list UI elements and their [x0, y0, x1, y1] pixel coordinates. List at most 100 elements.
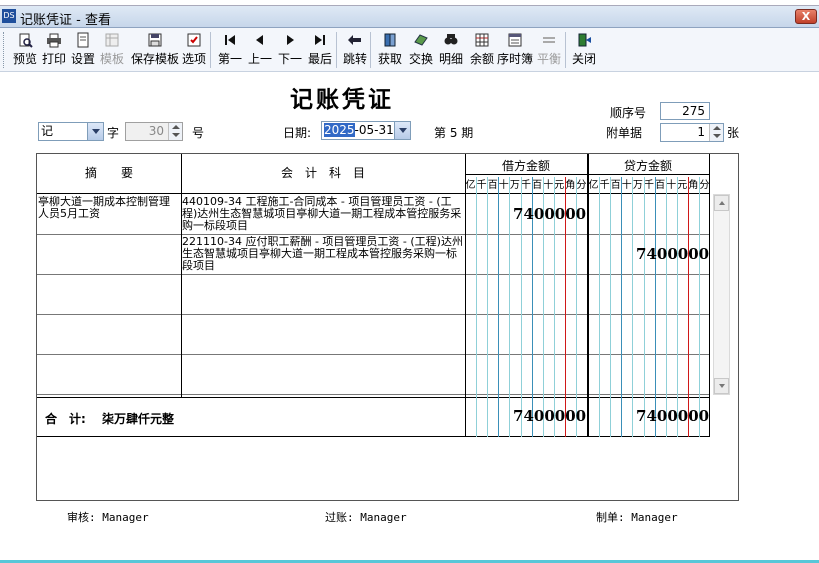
toolbar-button-page-setup[interactable]: 设置: [70, 30, 96, 70]
toolbar-button-close-door[interactable]: 关闭: [571, 30, 597, 70]
debit-unit-label: 百: [532, 180, 543, 191]
row-line: [37, 234, 709, 235]
toolbar-button-label: 明细: [438, 52, 463, 66]
fetch-icon: [384, 33, 396, 47]
window-title: 记账凭证 - 查看: [20, 13, 111, 28]
attach-unit: 张: [727, 126, 740, 140]
toolbar-button-label: 余额: [469, 52, 494, 66]
period-label: 第 5 期: [434, 126, 474, 140]
digit-line: [610, 177, 612, 437]
preview-icon: [19, 33, 33, 48]
toolbar-button-label: 最后: [307, 52, 332, 66]
debit-unit-label: 亿: [465, 180, 476, 191]
options-icon: [187, 33, 201, 47]
toolbar-button-label: 关闭: [571, 52, 596, 66]
digit-line: [498, 177, 500, 437]
row-1-summary[interactable]: 亭柳大道一期成本控制管理人员5月工资: [38, 196, 179, 232]
row-2-account[interactable]: 221110-34 应付职工薪酬 - 项目管理员工资 - (工程)达州生态智慧城…: [182, 236, 463, 274]
journal-icon: [508, 33, 522, 47]
poster-label: 过账: Manager: [325, 511, 407, 524]
toolbar-button-label: 预览: [12, 52, 37, 66]
toolbar-button-exchange[interactable]: 交换: [408, 30, 434, 70]
toolbar-button-jump[interactable]: 跳转: [342, 30, 368, 70]
balance-check-icon: [543, 37, 555, 43]
header-credit: 贷方金额: [623, 159, 672, 173]
template-icon: [105, 33, 119, 47]
toolbar-button-label: 第一: [217, 52, 242, 66]
chevron-down-icon[interactable]: [87, 123, 103, 140]
credit-unit-label: 千: [599, 180, 610, 191]
toolbar-button-save-template[interactable]: 保存模板: [130, 30, 180, 70]
row-line: [37, 274, 709, 275]
col-line-mid: [587, 154, 589, 437]
attach-label: 附单据: [606, 126, 643, 140]
header-bottom-line: [37, 193, 709, 194]
scroll-down-icon[interactable]: [714, 378, 729, 394]
total-top-line: [37, 397, 709, 398]
toolbar-separator: [336, 32, 337, 68]
toolbar-button-label: 跳转: [342, 52, 367, 66]
toolbar-button-fetch[interactable]: 获取: [377, 30, 403, 70]
toolbar-button-prev[interactable]: 上一: [247, 30, 273, 70]
next-icon: [287, 35, 294, 45]
row-1-account[interactable]: 440109-34 工程施工-合同成本 - 项目管理员工资 - (工程)达州生态…: [182, 196, 463, 232]
toolbar-button-first[interactable]: 第一: [217, 30, 243, 70]
toolbar-button-journal[interactable]: 序时簿: [497, 30, 533, 70]
balance-icon: [475, 33, 489, 47]
toolbar-button-label: 交换: [408, 52, 433, 66]
date-rest: -05-31: [354, 123, 394, 137]
chevron-down-icon[interactable]: [394, 122, 410, 139]
total-credit: 7400000: [636, 407, 710, 425]
digit-line: [687, 177, 689, 437]
debit-unit-label: 万: [509, 180, 520, 191]
jump-icon: [348, 35, 361, 45]
toolbar-button-label: 平衡: [536, 52, 561, 66]
voucher-number-stepper[interactable]: 30: [125, 122, 183, 141]
toolbar-button-detail[interactable]: 明细: [438, 30, 464, 70]
voucher-title: 记账凭证: [290, 86, 394, 113]
date-picker[interactable]: 2025-05-31: [321, 121, 411, 140]
maker-label: 制单: Manager: [596, 511, 678, 524]
hao-label: 号: [192, 126, 205, 140]
toolbar-button-preview[interactable]: 预览: [12, 30, 38, 70]
toolbar-button-label: 下一: [277, 52, 302, 66]
toolbar-button-balance-check: 平衡: [536, 30, 562, 70]
debit-unit-label: 分: [576, 180, 587, 191]
toolbar-button-label: 序时簿: [497, 52, 534, 66]
toolbar-button-template: 模板: [99, 30, 125, 70]
toolbar-button-label: 模板: [99, 52, 124, 66]
debit-unit-label: 百: [487, 180, 498, 191]
prev-icon: [256, 35, 263, 45]
debit-unit-label: 角: [565, 180, 576, 191]
digit-line: [632, 177, 634, 437]
total-bottom-line: [37, 436, 709, 437]
toolbar-button-next[interactable]: 下一: [277, 30, 303, 70]
scroll-up-icon[interactable]: [714, 195, 729, 211]
spinner-icon[interactable]: [168, 123, 182, 140]
toolbar-button-printer[interactable]: 打印: [41, 30, 67, 70]
credit-unit-label: 分: [699, 180, 710, 191]
save-template-icon: [148, 33, 162, 47]
toolbar-button-options[interactable]: 选项: [181, 30, 207, 70]
toolbar-separator: [565, 32, 566, 68]
window-close-button[interactable]: X: [795, 9, 817, 24]
exchange-icon: [414, 34, 428, 46]
spinner-icon[interactable]: [709, 124, 723, 141]
printer-icon: [47, 33, 61, 48]
vertical-scrollbar[interactable]: [713, 194, 730, 395]
page-setup-icon: [77, 32, 89, 48]
voucher-word-select[interactable]: 记: [38, 122, 104, 141]
toolbar-separator: [210, 32, 211, 68]
debit-unit-label: 十: [498, 180, 509, 191]
seq-label: 顺序号: [610, 106, 647, 120]
debit-unit-label: 十: [543, 180, 554, 191]
toolbar-button-balance[interactable]: 余额: [469, 30, 495, 70]
digit-line: [599, 177, 601, 437]
attachment-count-stepper[interactable]: 1: [660, 123, 724, 142]
col-line-account: [465, 154, 466, 437]
debit-unit-label: 元: [554, 180, 565, 191]
toolbar-button-last[interactable]: 最后: [307, 30, 333, 70]
detail-icon: [444, 34, 458, 45]
credit-unit-label: 角: [688, 180, 699, 191]
digit-line: [665, 177, 667, 437]
